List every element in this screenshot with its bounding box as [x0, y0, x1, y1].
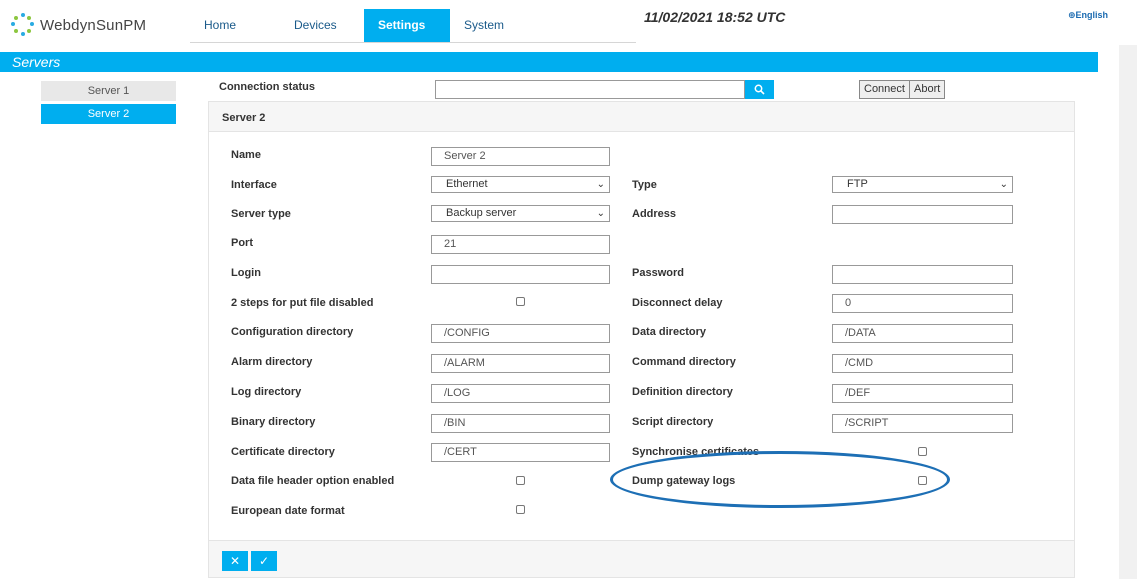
disconnect-delay-input[interactable]: 0 [832, 294, 1013, 313]
name-label: Name [231, 149, 261, 161]
alarm-dir-input[interactable]: /ALARM [431, 354, 610, 373]
chevron-down-icon: ⌄ [596, 179, 605, 190]
chevron-down-icon: ⌄ [596, 208, 605, 219]
interface-select[interactable]: Ethernet ⌄ [431, 176, 610, 193]
interface-value: Ethernet [446, 178, 488, 190]
app-name: WebdynSunPM [40, 16, 147, 34]
abort-button[interactable]: Abort [909, 80, 946, 99]
address-input[interactable] [832, 205, 1013, 224]
connect-button[interactable]: Connect [859, 80, 910, 99]
config-dir-input[interactable]: /CONFIG [431, 324, 610, 343]
highlight-circle [610, 451, 950, 508]
panel-title: Server 2 [209, 102, 1074, 132]
name-input[interactable]: Server 2 [431, 147, 610, 166]
close-icon: ✕ [229, 554, 241, 568]
script-dir-input[interactable]: /SCRIPT [832, 414, 1013, 433]
login-input[interactable] [431, 265, 610, 284]
section-title: Servers [12, 54, 61, 70]
server-type-select[interactable]: Backup server ⌄ [431, 205, 610, 222]
port-label: Port [231, 237, 253, 249]
address-label: Address [632, 208, 677, 220]
nav-system[interactable]: System [450, 9, 530, 43]
binary-dir-label: Binary directory [231, 416, 316, 428]
nav-home[interactable]: Home [190, 9, 278, 43]
section-bar: Servers [0, 52, 1098, 72]
interface-label: Interface [231, 179, 277, 191]
definition-dir-input[interactable]: /DEF [832, 384, 1013, 403]
two-steps-checkbox[interactable] [516, 297, 525, 306]
command-dir-label: Command directory [632, 356, 736, 368]
data-header-checkbox[interactable] [516, 476, 525, 485]
main-nav: Home Devices Settings System [190, 9, 530, 43]
data-header-label: Data file header option enabled [231, 475, 395, 487]
server-panel: Server 2 Name Interface Server type Port… [208, 101, 1075, 578]
binary-dir-input[interactable]: /BIN [431, 414, 610, 433]
log-dir-label: Log directory [231, 386, 302, 398]
log-dir-input[interactable]: /LOG [431, 384, 610, 403]
datetime: 11/02/2021 18:52 UTC [644, 9, 786, 25]
disconnect-delay-label: Disconnect delay [632, 297, 723, 309]
type-label: Type [632, 179, 657, 191]
script-dir-label: Script directory [632, 416, 714, 428]
globe-icon: ⊕ [1068, 10, 1076, 20]
type-select[interactable]: FTP ⌄ [832, 176, 1013, 193]
panel-footer: ✕ ✓ [209, 540, 1074, 577]
two-steps-label: 2 steps for put file disabled [231, 297, 374, 309]
connection-row: Connection status Connect Abort [217, 79, 1117, 101]
top-bar: WebdynSunPM Home Devices Settings System… [0, 0, 1137, 45]
sync-certs-checkbox[interactable] [918, 447, 927, 456]
sidebar-item-server-1[interactable]: Server 1 [41, 81, 176, 101]
port-input[interactable]: 21 [431, 235, 610, 254]
server-type-value: Backup server [446, 207, 517, 219]
data-dir-label: Data directory [632, 326, 706, 338]
password-label: Password [632, 267, 684, 279]
check-icon: ✓ [258, 554, 270, 568]
command-dir-input[interactable]: /CMD [832, 354, 1013, 373]
data-dir-input[interactable]: /DATA [832, 324, 1013, 343]
language-label: English [1075, 10, 1109, 20]
definition-dir-label: Definition directory [632, 386, 733, 398]
language-link[interactable]: ⊕English [1068, 10, 1108, 21]
logo: WebdynSunPM [10, 12, 146, 38]
search-button[interactable] [745, 80, 774, 99]
nav-settings[interactable]: Settings [364, 9, 450, 43]
sidebar-item-server-2[interactable]: Server 2 [41, 104, 176, 124]
european-date-checkbox[interactable] [516, 505, 525, 514]
nav-devices[interactable]: Devices [278, 9, 364, 43]
server-list: Server 1 Server 2 [41, 81, 176, 127]
config-dir-label: Configuration directory [231, 326, 354, 338]
save-button[interactable]: ✓ [251, 551, 277, 571]
type-value: FTP [847, 178, 868, 190]
chevron-down-icon: ⌄ [999, 179, 1008, 190]
european-date-label: European date format [231, 505, 345, 517]
connection-status-field [435, 80, 745, 99]
password-input[interactable] [832, 265, 1013, 284]
server-type-label: Server type [231, 208, 291, 220]
nav-divider [190, 42, 636, 43]
certificate-dir-input[interactable]: /CERT [431, 443, 610, 462]
scrollbar[interactable] [1119, 45, 1137, 579]
login-label: Login [231, 267, 261, 279]
logo-icon [10, 12, 36, 38]
cancel-button[interactable]: ✕ [222, 551, 248, 571]
connection-status-label: Connection status [219, 81, 315, 93]
search-icon [754, 84, 765, 95]
alarm-dir-label: Alarm directory [231, 356, 313, 368]
certificate-dir-label: Certificate directory [231, 446, 335, 458]
